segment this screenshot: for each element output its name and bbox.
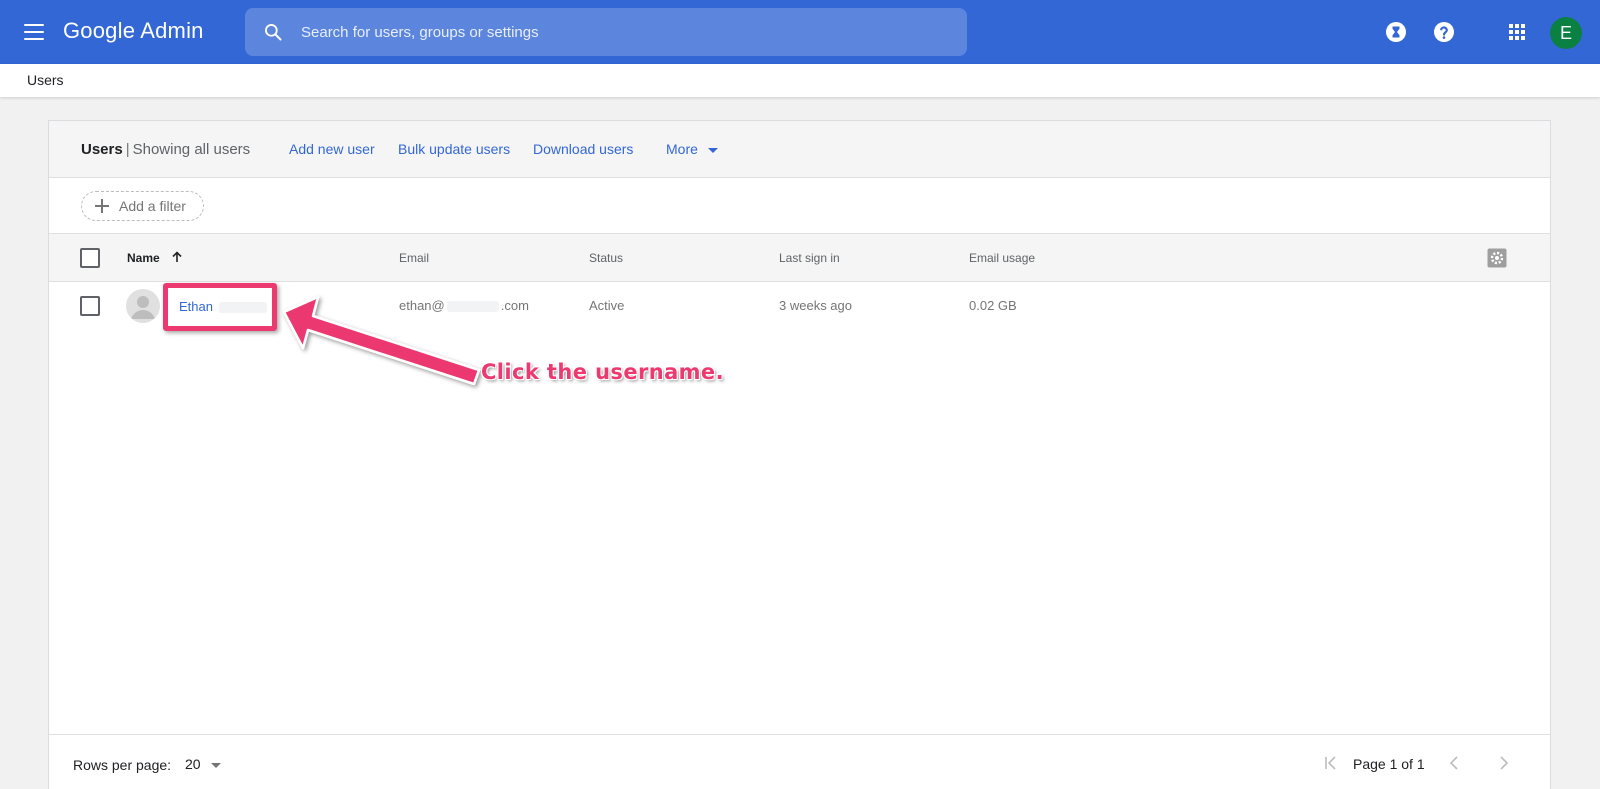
first-page-icon[interactable] (1321, 753, 1341, 773)
page-title: Users | Showing all users (81, 141, 250, 158)
menu-icon[interactable] (22, 20, 46, 44)
more-label: More (666, 141, 698, 157)
page-indicator: Page 1 of 1 (1353, 756, 1425, 772)
add-filter-button[interactable]: Add a filter (81, 191, 204, 221)
users-card: Users | Showing all users Add new user Bul… (48, 120, 1551, 789)
rows-per-page-label: Rows per page: (73, 757, 172, 773)
user-status: Active (589, 298, 625, 313)
avatar (126, 289, 160, 323)
caret-down-icon (707, 147, 718, 153)
bulk-update-users-button[interactable]: Bulk update users (398, 141, 510, 157)
rows-per-page-select[interactable]: 20 (185, 756, 221, 772)
filter-row: Add a filter (49, 178, 1550, 234)
breadcrumb: Users (0, 64, 1600, 97)
breadcrumb-users[interactable]: Users (27, 72, 64, 88)
apps-grid-icon[interactable] (1505, 20, 1529, 44)
column-header-status[interactable]: Status (589, 251, 623, 265)
next-page-icon[interactable] (1494, 753, 1514, 773)
annotation-text: Click the username. (481, 360, 724, 384)
select-all-checkbox[interactable] (80, 248, 100, 268)
help-icon[interactable] (1432, 20, 1456, 44)
add-new-user-button[interactable]: Add new user (289, 141, 375, 157)
card-header: Users | Showing all users Add new user Bul… (49, 121, 1550, 178)
app-logo[interactable]: Google Admin (63, 18, 204, 44)
column-header-last-sign-in[interactable]: Last sign in (779, 251, 840, 265)
column-header-name[interactable]: Name (127, 251, 160, 265)
account-avatar[interactable]: E (1550, 17, 1582, 49)
table-footer: Rows per page: 20 Page 1 of 1 (49, 734, 1550, 789)
user-email-usage: 0.02 GB (969, 298, 1017, 313)
search-input[interactable] (301, 8, 941, 56)
title-separator: | (125, 141, 130, 158)
add-filter-label: Add a filter (119, 198, 186, 214)
more-menu-button[interactable]: More (666, 141, 718, 157)
download-users-button[interactable]: Download users (533, 141, 633, 157)
search-icon (265, 24, 282, 41)
title-subtitle: Showing all users (132, 141, 251, 158)
gear-icon[interactable] (1487, 248, 1507, 268)
annotation-highlight-box (163, 283, 277, 331)
sort-ascending-icon[interactable] (170, 250, 184, 264)
row-checkbox[interactable] (80, 296, 100, 316)
user-email: ethan@ .com (399, 298, 529, 313)
top-app-bar: Google Admin E (0, 0, 1600, 64)
table-header: Name Email Status Last sign in Email usa… (49, 234, 1550, 282)
column-header-email-usage[interactable]: Email usage (969, 251, 1035, 265)
previous-page-icon[interactable] (1444, 753, 1464, 773)
plus-icon (95, 199, 109, 213)
search-bar[interactable] (245, 8, 967, 56)
user-email-prefix: ethan@ (399, 298, 445, 313)
column-header-email[interactable]: Email (399, 251, 429, 265)
rows-per-page-value: 20 (185, 756, 201, 772)
hourglass-icon[interactable] (1384, 20, 1408, 44)
redacted-email-domain (446, 301, 499, 313)
user-last-sign-in: 3 weeks ago (779, 298, 852, 313)
dropdown-arrow-icon (210, 762, 221, 768)
user-email-suffix: .com (500, 298, 529, 313)
title-users: Users (81, 141, 123, 158)
